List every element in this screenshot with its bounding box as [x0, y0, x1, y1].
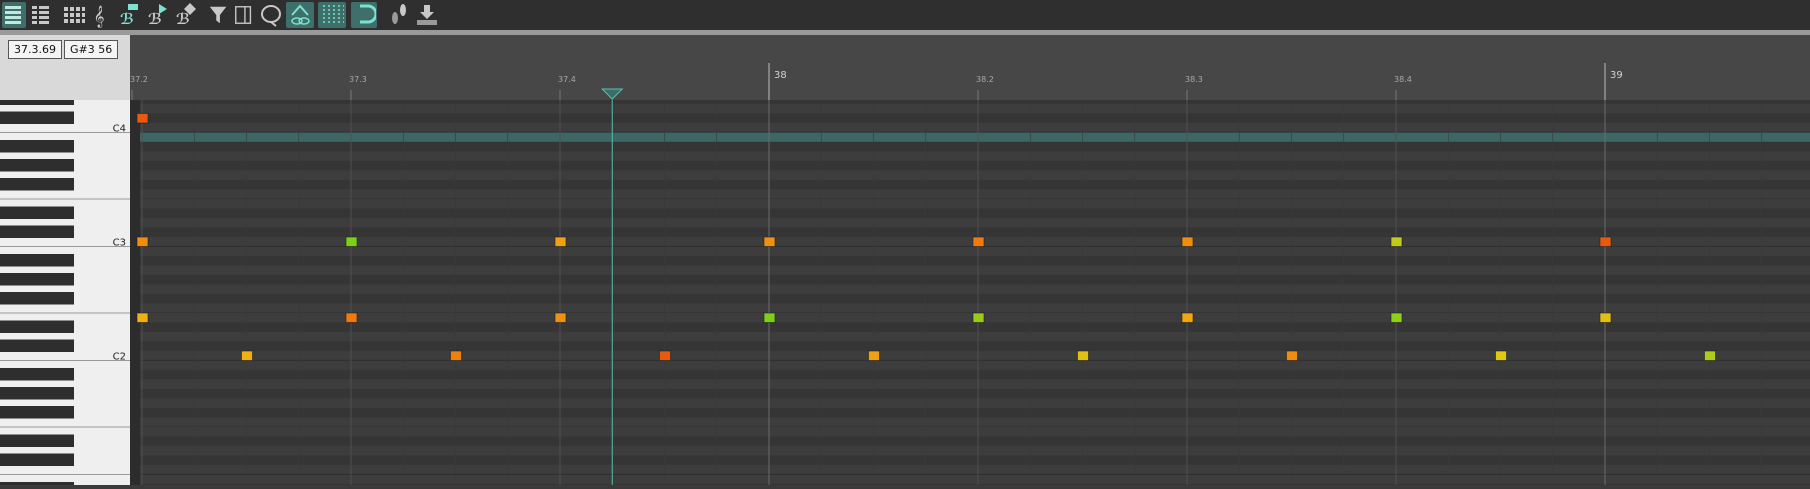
black-key[interactable]: [0, 320, 74, 334]
midi-note[interactable]: [972, 236, 985, 247]
link-cc-button[interactable]: [286, 2, 314, 28]
black-key[interactable]: [0, 387, 74, 400]
midi-note[interactable]: [345, 312, 358, 323]
midi-note[interactable]: [136, 113, 149, 124]
note-grid[interactable]: [130, 94, 1810, 489]
svg-text:𝄞: 𝄞: [94, 6, 105, 27]
midi-note[interactable]: [554, 236, 567, 247]
ruler-label: 37.4: [558, 75, 576, 84]
erase-note-tool-button[interactable]: ℬ: [173, 2, 199, 28]
step-input-icon: [392, 4, 406, 24]
midi-note[interactable]: [241, 350, 253, 361]
svg-text:ℬ: ℬ: [148, 10, 162, 28]
midi-note[interactable]: [868, 350, 880, 361]
insert-note-tool-icon: ℬ: [120, 4, 138, 28]
black-key[interactable]: [0, 339, 74, 353]
black-key[interactable]: [0, 273, 74, 286]
step-input-button[interactable]: [385, 2, 411, 28]
black-key[interactable]: [0, 140, 74, 153]
midi-note[interactable]: [450, 350, 462, 361]
midi-note[interactable]: [659, 350, 671, 361]
octave-label: C4: [113, 124, 126, 135]
notation-view-button[interactable]: 𝄞: [90, 2, 112, 28]
midi-note[interactable]: [345, 236, 358, 247]
midi-note[interactable]: [1599, 236, 1612, 247]
named-notes-view-button[interactable]: [29, 2, 53, 28]
ruler-label: 38: [774, 70, 787, 81]
midi-note[interactable]: [1181, 236, 1194, 247]
snap-grid-button[interactable]: [318, 2, 346, 28]
midi-note[interactable]: [554, 312, 567, 323]
black-key[interactable]: [0, 206, 74, 220]
toolbar: 𝄞 ℬ ℬ ℬ: [0, 0, 1810, 31]
timeline-ruler[interactable]: 37.237.337.43838.238.338.43939: [130, 35, 1810, 100]
black-key[interactable]: [0, 111, 74, 125]
ruler-label: 38.2: [976, 75, 994, 84]
midi-note[interactable]: [136, 312, 149, 323]
position-readout[interactable]: 37.3.69: [8, 40, 62, 59]
note-readout[interactable]: G#3 56: [64, 40, 119, 59]
filter-icon: [209, 6, 227, 24]
octave-label: C3: [113, 238, 126, 249]
filter-button[interactable]: [208, 2, 230, 28]
svg-text:ℬ: ℬ: [176, 10, 190, 28]
event-properties-button[interactable]: [233, 2, 255, 28]
ruler-label: 39: [1610, 70, 1623, 81]
midi-note[interactable]: [1286, 350, 1298, 361]
playhead-marker[interactable]: [601, 88, 624, 100]
midi-note[interactable]: [1704, 350, 1716, 361]
black-key[interactable]: [0, 292, 74, 305]
ruler-label: 37.3: [349, 75, 367, 84]
magnet-snap-icon: [360, 4, 376, 24]
ruler-label: 38.4: [1394, 75, 1412, 84]
play-note-tool-icon: ℬ: [148, 4, 167, 28]
midi-note[interactable]: [972, 312, 985, 323]
black-key[interactable]: [0, 225, 74, 239]
drum-grid-view-icon: [64, 7, 85, 23]
midi-note[interactable]: [1390, 236, 1403, 247]
midi-note[interactable]: [1181, 312, 1194, 323]
midi-note[interactable]: [136, 236, 149, 247]
piano-keyboard[interactable]: C4 C3 C2: [0, 92, 130, 489]
grid-canvas[interactable]: [130, 94, 1810, 489]
notation-view-icon: 𝄞: [94, 6, 105, 27]
midi-note[interactable]: [1495, 350, 1507, 361]
insert-note-tool-button[interactable]: ℬ: [117, 2, 143, 28]
ruler-label: 37.2: [130, 75, 148, 84]
black-key[interactable]: [0, 453, 74, 467]
black-key[interactable]: [0, 368, 74, 381]
piano-roll-view-icon: [5, 6, 21, 24]
black-key[interactable]: [0, 178, 74, 191]
event-properties-icon: [235, 6, 252, 24]
midi-note[interactable]: [1390, 312, 1403, 323]
lasso-select-icon: [261, 5, 281, 27]
midi-note[interactable]: [763, 312, 776, 323]
lasso-select-button[interactable]: [259, 2, 283, 28]
ruler-label: 38.3: [1185, 75, 1203, 84]
black-key[interactable]: [0, 434, 74, 448]
info-panel: 37.3.69 G#3 56: [0, 35, 130, 100]
midi-note[interactable]: [1077, 350, 1089, 361]
black-key[interactable]: [0, 254, 74, 267]
erase-note-tool-icon: ℬ: [176, 3, 196, 28]
play-note-tool-button[interactable]: ℬ: [145, 2, 171, 28]
midi-note[interactable]: [763, 236, 776, 247]
snap-grid-icon: [323, 5, 344, 25]
quantize-button[interactable]: [413, 2, 439, 28]
magnet-snap-button[interactable]: [351, 2, 377, 28]
midi-note[interactable]: [1599, 312, 1612, 323]
black-key[interactable]: [0, 92, 74, 105]
quantize-icon: [417, 5, 437, 25]
black-key[interactable]: [0, 159, 74, 172]
piano-roll-view-button[interactable]: [2, 2, 26, 28]
svg-text:ℬ: ℬ: [120, 10, 134, 28]
ruler-canvas[interactable]: 37.237.337.43838.238.338.43939: [130, 35, 1810, 100]
octave-label: C2: [113, 352, 126, 363]
link-cc-icon: [291, 4, 310, 25]
keyboard-canvas[interactable]: C4 C3 C2: [0, 92, 130, 489]
named-notes-view-icon: [32, 6, 49, 24]
black-key[interactable]: [0, 406, 74, 419]
drum-grid-view-button[interactable]: [58, 2, 88, 28]
